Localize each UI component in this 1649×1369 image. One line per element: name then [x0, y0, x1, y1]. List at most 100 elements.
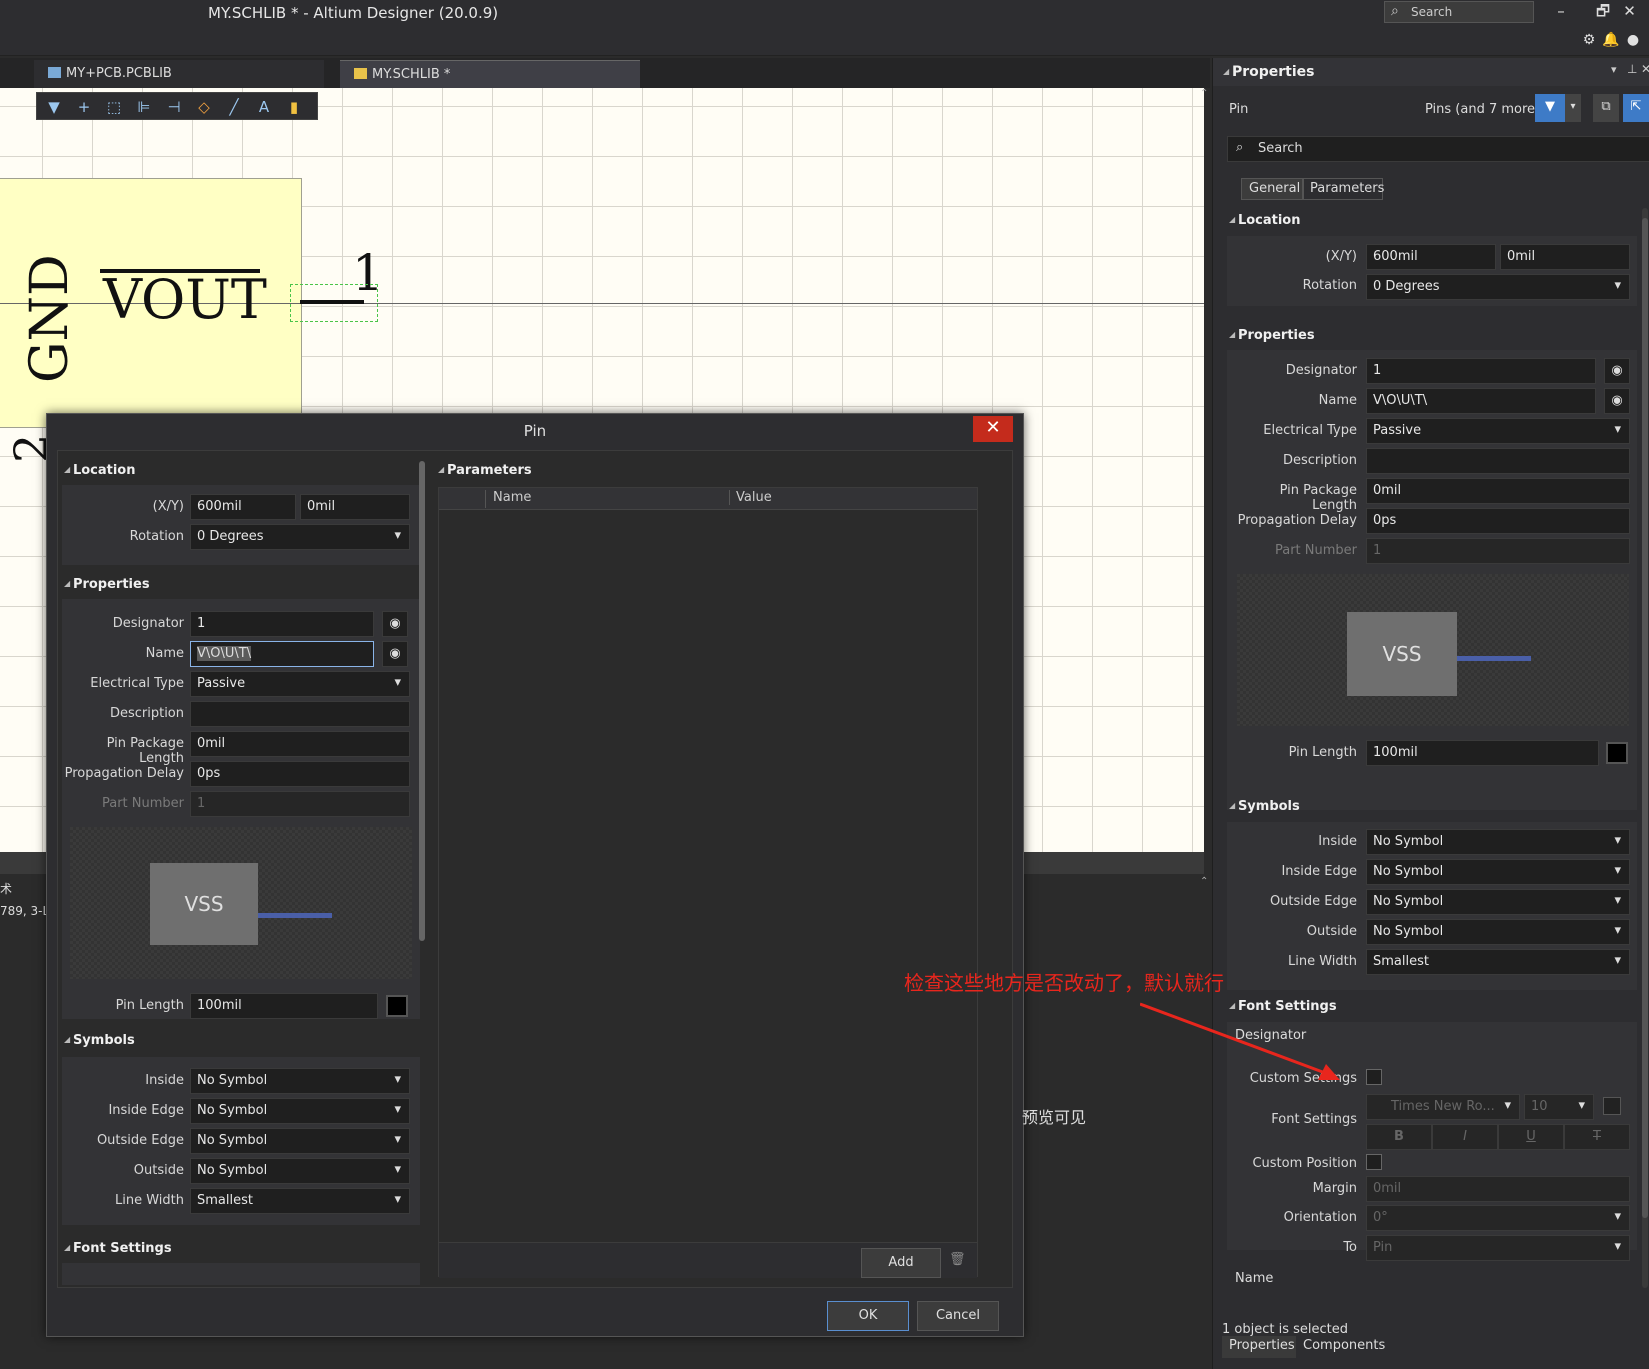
pin-length-field[interactable]: 100mil [1366, 740, 1599, 766]
custom-settings-checkbox[interactable] [1366, 1069, 1382, 1085]
collapse-icon[interactable]: ⌃ [1200, 88, 1208, 99]
dlg-pin-length-field[interactable]: 100mil [190, 993, 378, 1019]
description-field[interactable] [1366, 448, 1630, 474]
designator-field[interactable]: 1 [1366, 358, 1596, 384]
align-icon[interactable]: ⊫ [133, 98, 155, 116]
dlg-preview-pin-line [258, 913, 332, 918]
orientation-label: Orientation [1283, 1210, 1357, 1225]
pin-icon[interactable]: ⊥ [1627, 62, 1637, 76]
trash-icon[interactable]: 🗑 [949, 1252, 966, 1267]
panel-scroll-thumb[interactable] [1642, 218, 1648, 1218]
name-label: Name [1318, 393, 1357, 408]
line-icon[interactable]: ╱ [223, 98, 245, 116]
dlg-name-field[interactable]: V\O\U\T\ [190, 641, 374, 667]
user-icon[interactable]: ● [1624, 32, 1642, 48]
eye-icon[interactable]: ◉ [1604, 358, 1630, 384]
electrical-type-select[interactable]: Passive [1366, 418, 1630, 444]
select-rect-icon[interactable]: ⬚ [103, 98, 125, 116]
dlg-inside-select[interactable]: No Symbol [190, 1068, 410, 1094]
preview-visible-text: 预览可见 [1022, 1108, 1087, 1127]
symbols-section[interactable]: Symbols [1229, 799, 1300, 814]
filter-dropdown[interactable]: ▾ [1565, 94, 1581, 122]
eraser-icon[interactable]: ◇ [193, 98, 215, 116]
eye-icon[interactable]: ◉ [382, 611, 408, 637]
properties-search-input[interactable]: ⌕ Search [1227, 136, 1649, 162]
gear-icon[interactable]: ⚙ [1580, 32, 1598, 48]
dlg-pin-preview: VSS [70, 827, 412, 979]
dlg-propagation-delay-field[interactable]: 0ps [190, 761, 410, 787]
dlg-inside-edge-label: Inside Edge [108, 1103, 184, 1118]
cross-icon[interactable]: + [73, 98, 95, 116]
panel-close-icon[interactable]: ✕ [1641, 62, 1649, 76]
dlg-pin-package-length-field[interactable]: 0mil [190, 731, 410, 757]
dlg-inside-edge-select[interactable]: No Symbol [190, 1098, 410, 1124]
dlg-description-field[interactable] [190, 701, 410, 727]
line-width-select[interactable]: Smallest [1366, 949, 1630, 975]
dlg-designator-field[interactable]: 1 [190, 611, 374, 637]
dlg-parameters-section[interactable]: Parameters [438, 463, 532, 478]
col-value-header[interactable]: Value [729, 490, 772, 505]
outside-select[interactable]: No Symbol [1366, 919, 1630, 945]
inside-select[interactable]: No Symbol [1366, 829, 1630, 855]
expand-icon[interactable]: ⌃ [1200, 876, 1208, 887]
part-icon[interactable]: ▮ [283, 98, 305, 116]
inside-label: Inside [1318, 834, 1357, 849]
properties-section[interactable]: Properties [1229, 328, 1315, 343]
select-mode-icon[interactable]: ⧉ [1593, 94, 1619, 122]
dlg-electrical-type-select[interactable]: Passive [190, 671, 410, 697]
minimize-button[interactable]: – [1540, 0, 1582, 24]
tab-parameters[interactable]: Parameters [1303, 178, 1384, 200]
dlg-rotation-select[interactable]: 0 Degrees [190, 524, 410, 550]
bottom-tab-properties[interactable]: Properties [1222, 1336, 1302, 1358]
y-field[interactable]: 0mil [1500, 244, 1630, 270]
eye-icon[interactable]: ◉ [382, 641, 408, 667]
bottom-tab-components[interactable]: Components [1296, 1336, 1393, 1358]
tab-general[interactable]: General [1241, 178, 1303, 200]
cancel-button[interactable]: Cancel [917, 1301, 999, 1331]
dlg-y-field[interactable]: 0mil [300, 494, 410, 520]
add-parameter-button[interactable]: Add [861, 1248, 941, 1278]
tab-pcblib[interactable]: MY+PCB.PCBLIB [34, 60, 324, 88]
propagation-delay-field[interactable]: 0ps [1366, 508, 1630, 534]
underline-toggle: U [1498, 1124, 1564, 1150]
electrical-type-label: Electrical Type [1263, 423, 1357, 438]
location-section[interactable]: Location [1229, 213, 1301, 228]
dlg-pin-color-swatch[interactable] [386, 995, 408, 1017]
dlg-symbols-section[interactable]: Symbols [64, 1033, 135, 1048]
bell-icon[interactable]: 🔔 [1602, 32, 1620, 48]
dlg-properties-section[interactable]: Properties [64, 577, 150, 592]
dlg-line-width-select[interactable]: Smallest [190, 1188, 410, 1214]
rotation-select[interactable]: 0 Degrees [1366, 274, 1630, 300]
dlg-outside-select[interactable]: No Symbol [190, 1158, 410, 1184]
dlg-font-settings-section[interactable]: Font Settings [64, 1241, 172, 1256]
outside-edge-select[interactable]: No Symbol [1366, 889, 1630, 915]
filter-button[interactable]: ▼ [1535, 94, 1565, 122]
dialog-close-button[interactable]: ✕ [973, 416, 1013, 442]
panel-menu-icon[interactable]: ▾ [1611, 63, 1617, 76]
pin-package-length-field[interactable]: 0mil [1366, 478, 1630, 504]
ok-button[interactable]: OK [827, 1301, 909, 1331]
place-pin-icon[interactable]: ⊣ [163, 98, 185, 116]
search-placeholder: Search [1411, 5, 1453, 19]
eye-icon[interactable]: ◉ [1604, 388, 1630, 414]
select-cursor-icon[interactable]: ⇱ [1623, 94, 1649, 122]
x-field[interactable]: 600mil [1366, 244, 1496, 270]
global-search-input[interactable]: ⌕ Search [1384, 1, 1534, 23]
dlg-location-section[interactable]: Location [64, 463, 136, 478]
dlg-outside-edge-select[interactable]: No Symbol [190, 1128, 410, 1154]
name-field[interactable]: V\O\U\T\ [1366, 388, 1596, 414]
inside-edge-select[interactable]: No Symbol [1366, 859, 1630, 885]
custom-position-checkbox[interactable] [1366, 1154, 1382, 1170]
text-icon[interactable]: A [253, 98, 275, 116]
filter-icon[interactable]: ▼ [43, 98, 65, 116]
dlg-outside-label: Outside [133, 1163, 184, 1178]
dlg-left-scrollbar[interactable] [419, 461, 425, 941]
dlg-x-field[interactable]: 600mil [190, 494, 296, 520]
pin-color-swatch[interactable] [1606, 742, 1628, 764]
tab-schlib[interactable]: MY.SCHLIB * [340, 60, 640, 88]
close-window-button[interactable]: ✕ [1610, 0, 1649, 24]
selection-status: 1 object is selected [1222, 1322, 1348, 1337]
col-name-header[interactable]: Name [493, 490, 531, 505]
font-color-swatch [1603, 1097, 1621, 1115]
pin-selection-box[interactable] [290, 284, 378, 322]
